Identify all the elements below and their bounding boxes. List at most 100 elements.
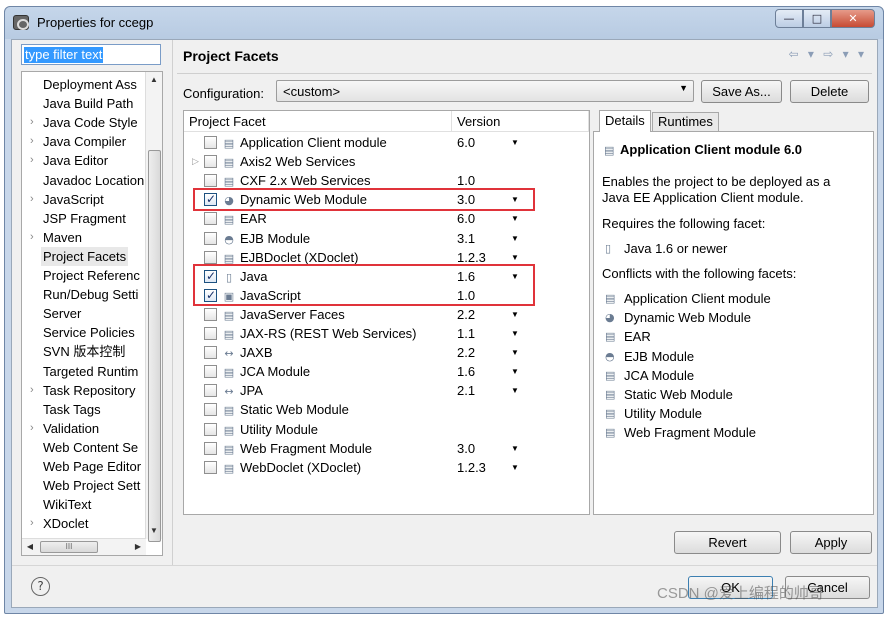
version-dropdown-icon[interactable]: ▼	[511, 229, 519, 248]
sash-divider[interactable]	[172, 40, 173, 565]
filter-input[interactable]: type filter text	[21, 44, 161, 65]
facet-version[interactable]: 3.1	[457, 229, 475, 248]
facet-name: EAR	[240, 211, 267, 227]
chevron-right-icon[interactable]: ›	[30, 151, 34, 170]
version-dropdown-icon[interactable]: ▼	[511, 381, 519, 400]
chevron-right-icon[interactable]: ›	[30, 381, 34, 400]
tree-vertical-scrollbar[interactable]: ▲ ▼	[145, 72, 162, 542]
dialog-client-area: type filter text Deployment Ass Java Buil…	[11, 39, 878, 608]
minimize-button[interactable]: —	[775, 9, 803, 28]
chevron-right-icon[interactable]: ›	[30, 190, 34, 209]
chevron-right-icon[interactable]: ›	[30, 419, 34, 438]
facet-checkbox[interactable]	[204, 365, 217, 379]
project-facet-table[interactable]: Project Facet Version ▤ Application Clien…	[183, 110, 590, 515]
properties-window: Properties for ccegp — □ ✕ type filter t…	[4, 6, 884, 614]
hscroll-thumb[interactable]: III	[40, 541, 98, 553]
facet-checkbox[interactable]	[204, 212, 217, 226]
facet-row[interactable]: ↔ JAXB 2.2 ▼	[184, 343, 589, 362]
scroll-down-icon[interactable]: ▼	[146, 523, 162, 539]
facet-row[interactable]: ▤ JCA Module 1.6 ▼	[184, 362, 589, 381]
facet-name: JPA	[240, 383, 263, 399]
details-panel: Details Runtimes ▤ Application Client mo…	[593, 110, 874, 515]
version-dropdown-icon[interactable]: ▼	[511, 324, 519, 343]
expand-icon[interactable]: ▷	[192, 152, 199, 171]
requires-item: Java 1.6 or newer	[624, 241, 728, 256]
facet-version[interactable]: 2.1	[457, 381, 475, 400]
configuration-label: Configuration:	[183, 86, 264, 101]
conflicts-item: JCA Module	[624, 367, 695, 383]
column-header-facet[interactable]: Project Facet	[184, 111, 452, 132]
facet-version[interactable]: 2.2	[457, 305, 475, 324]
version-dropdown-icon[interactable]: ▼	[511, 362, 519, 381]
facet-name: JAXB	[240, 345, 273, 361]
tab-runtimes[interactable]: Runtimes	[652, 112, 719, 131]
doc-icon: ▤	[223, 156, 235, 170]
help-icon[interactable]: ?	[31, 577, 50, 596]
chevron-right-icon[interactable]: ›	[30, 228, 34, 247]
facet-row[interactable]: ▤ WebDoclet (XDoclet) 1.2.3 ▼	[184, 458, 589, 477]
version-dropdown-icon[interactable]: ▼	[511, 305, 519, 324]
tree-horizontal-scrollbar[interactable]: ◀ III ▶	[22, 538, 146, 555]
scroll-left-icon[interactable]: ◀	[22, 539, 38, 555]
facet-row[interactable]: ▤ Utility Module	[184, 420, 589, 439]
facet-checkbox[interactable]	[204, 384, 217, 398]
apply-button[interactable]: Apply	[790, 531, 872, 554]
facet-row[interactable]: ↔ JPA 2.1 ▼	[184, 381, 589, 400]
facet-checkbox[interactable]	[204, 231, 217, 245]
tab-details[interactable]: Details	[599, 110, 651, 132]
facet-row[interactable]: ◓ EJB Module 3.1 ▼	[184, 229, 589, 248]
facet-row[interactable]: ▤ EAR 6.0 ▼	[184, 209, 589, 228]
facet-checkbox[interactable]	[204, 460, 217, 474]
facet-version[interactable]: 3.0	[457, 439, 475, 458]
version-dropdown-icon[interactable]: ▼	[511, 458, 519, 477]
revert-button[interactable]: Revert	[674, 531, 781, 554]
version-dropdown-icon[interactable]: ▼	[511, 439, 519, 458]
maximize-button[interactable]: □	[803, 9, 831, 28]
facet-checkbox[interactable]	[204, 441, 217, 455]
facet-row[interactable]: ▤ Application Client module 6.0 ▼	[184, 133, 589, 152]
version-dropdown-icon[interactable]: ▼	[511, 343, 519, 362]
facet-row[interactable]: ▤ Static Web Module	[184, 400, 589, 419]
doc-icon: ▤	[223, 328, 235, 341]
chevron-right-icon[interactable]: ›	[30, 113, 34, 132]
facet-checkbox[interactable]	[204, 307, 217, 321]
facet-checkbox[interactable]	[204, 174, 217, 188]
tree-item-label: SVN 版本控制	[43, 344, 126, 360]
title-bar[interactable]: Properties for ccegp — □ ✕	[5, 7, 883, 37]
conflicts-item: EAR	[624, 329, 651, 345]
facet-checkbox[interactable]	[204, 422, 217, 436]
facet-version[interactable]: 2.2	[457, 343, 475, 362]
tree-item-label: Project Referenc	[43, 268, 140, 283]
chevron-right-icon[interactable]: ›	[30, 132, 34, 151]
facet-checkbox[interactable]	[204, 250, 217, 264]
facet-version[interactable]: 1.6	[457, 362, 475, 381]
facet-version[interactable]: 6.0	[457, 133, 475, 152]
facet-row[interactable]: ▤ Web Fragment Module 3.0 ▼	[184, 439, 589, 458]
doc-icon: ▤	[605, 330, 616, 344]
version-dropdown-icon[interactable]: ▼	[511, 133, 519, 152]
facet-version[interactable]: 1.1	[457, 324, 475, 343]
close-button[interactable]: ✕	[831, 9, 875, 28]
facet-row[interactable]: ▤ JavaServer Faces 2.2 ▼	[184, 305, 589, 324]
facet-checkbox[interactable]	[204, 403, 217, 417]
scroll-up-icon[interactable]: ▲	[146, 72, 162, 88]
facet-version[interactable]: 6.0	[457, 209, 475, 228]
filter-text: type filter text	[24, 47, 104, 63]
facet-row[interactable]: ▷ ▤ Axis2 Web Services	[184, 152, 589, 171]
chevron-right-icon[interactable]: ›	[30, 514, 34, 533]
facet-checkbox[interactable]	[204, 327, 217, 340]
facet-checkbox[interactable]	[204, 346, 217, 360]
scroll-right-icon[interactable]: ▶	[130, 539, 146, 555]
facet-checkbox[interactable]	[204, 136, 217, 149]
history-nav-icons[interactable]: ⇦ ▾ ⇨ ▾ ▾	[788, 47, 867, 61]
delete-button[interactable]: Delete	[790, 80, 869, 103]
facet-row[interactable]: ▤ JAX-RS (REST Web Services) 1.1 ▼	[184, 324, 589, 343]
preference-tree[interactable]: Deployment Ass Java Build Path › Java Code …	[21, 71, 163, 556]
facet-version[interactable]: 1.2.3	[457, 458, 486, 477]
save-as-button[interactable]: Save As...	[701, 80, 782, 103]
facet-checkbox[interactable]	[204, 155, 217, 169]
column-header-version[interactable]: Version	[452, 111, 589, 132]
version-dropdown-icon[interactable]: ▼	[511, 209, 519, 228]
scroll-thumb[interactable]	[148, 150, 161, 542]
configuration-select[interactable]: <custom> ▼	[276, 80, 694, 102]
